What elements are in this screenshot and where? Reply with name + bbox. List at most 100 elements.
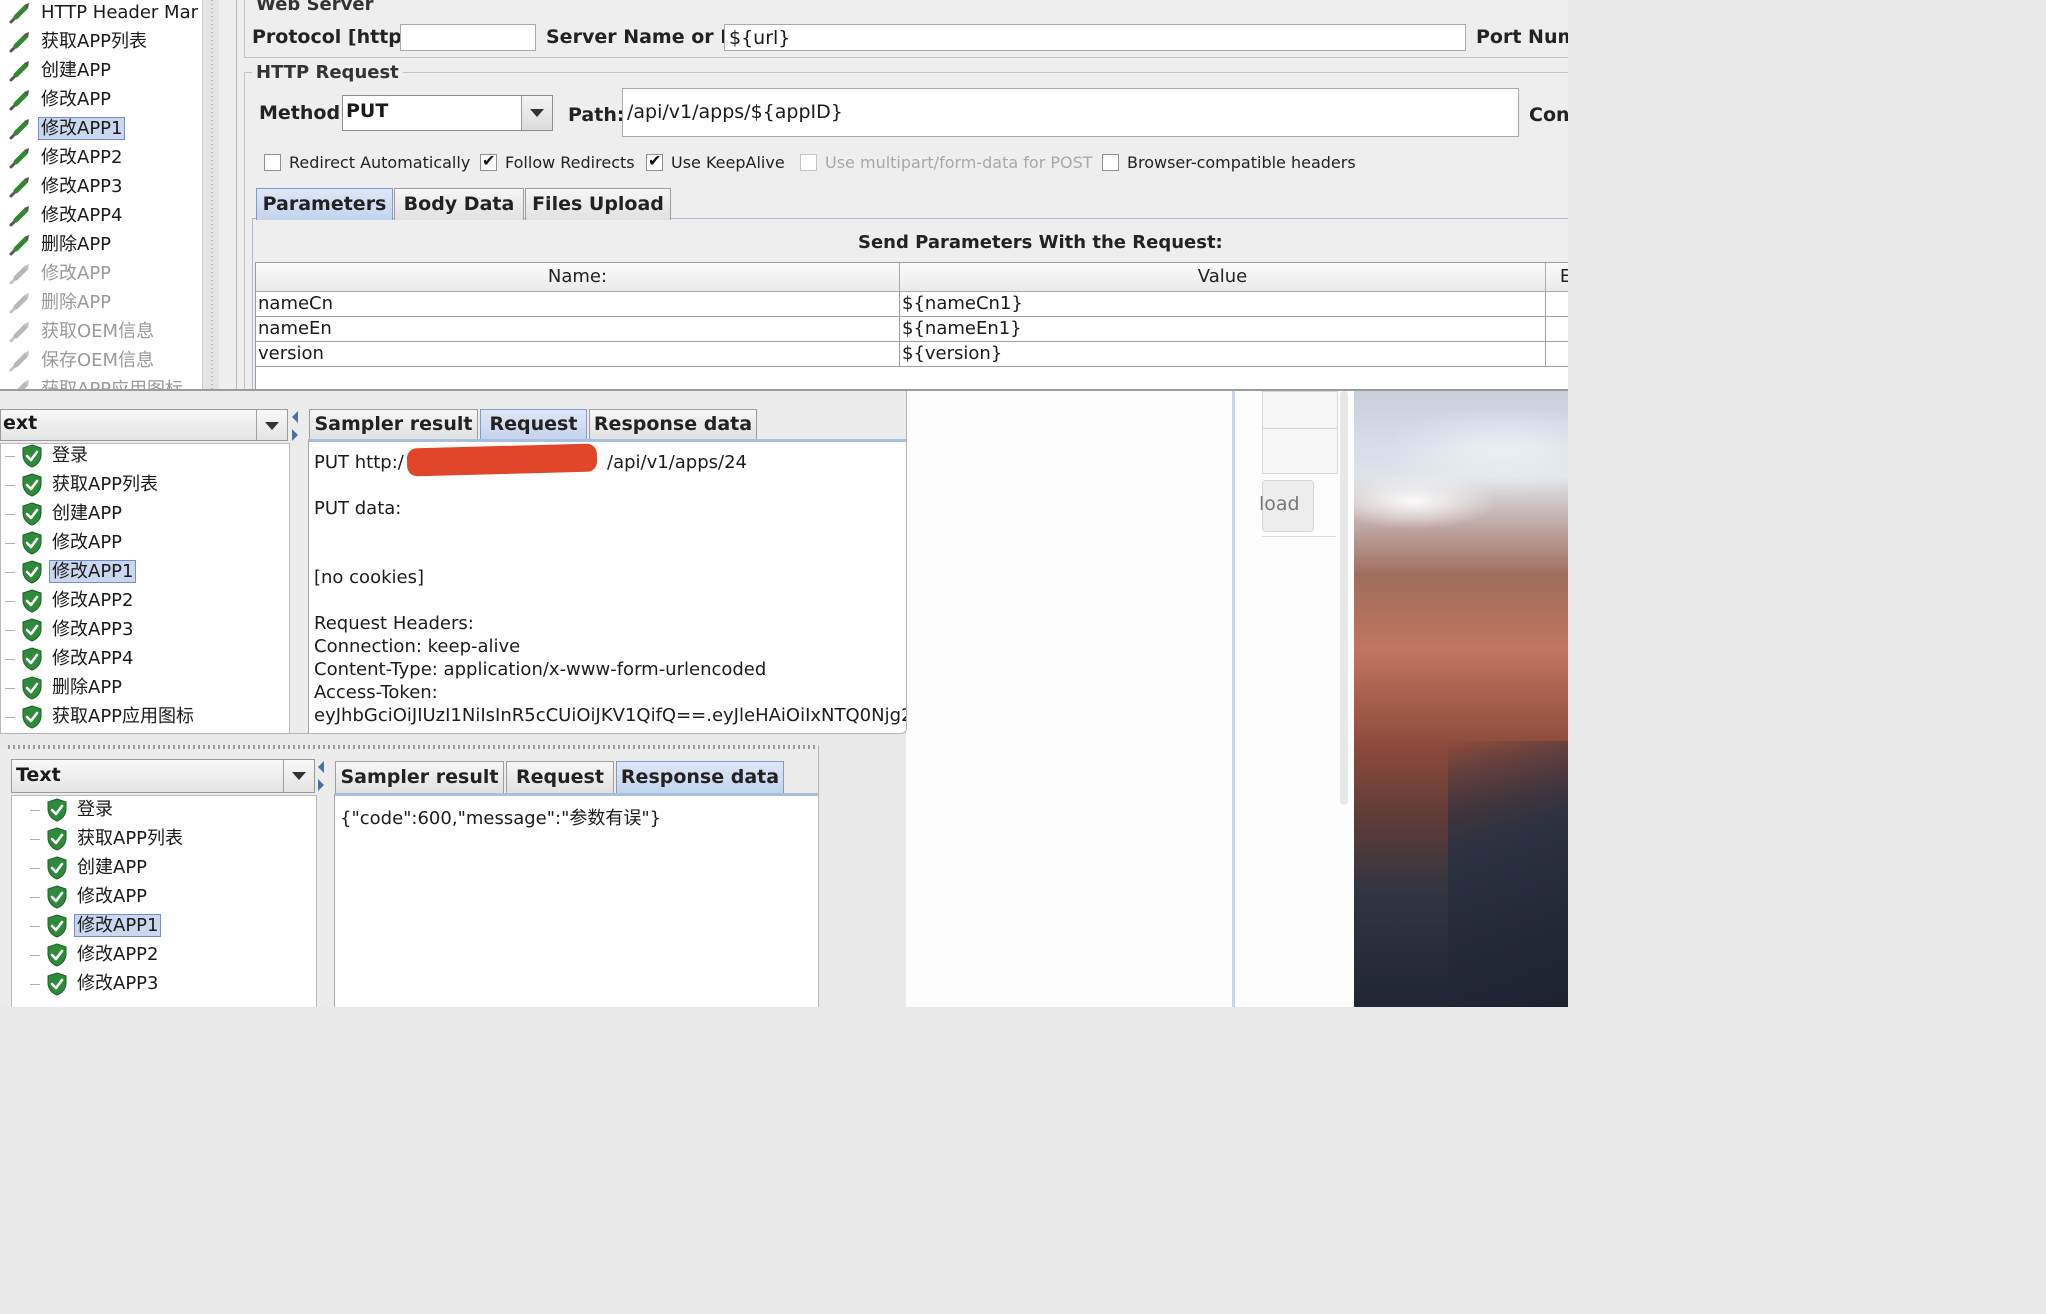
renderer-value: Text: [16, 764, 61, 786]
tree-item[interactable]: 保存OEM信息: [8, 347, 154, 375]
checkbox[interactable]: [800, 154, 817, 171]
column-header-value[interactable]: Value: [900, 263, 1546, 292]
result-item[interactable]: 修改APP2: [5, 587, 133, 615]
tree-item[interactable]: 获取APP列表: [8, 28, 147, 56]
tree-item[interactable]: 修改APP3: [8, 173, 122, 201]
checkbox[interactable]: [264, 154, 281, 171]
request-text-area[interactable]: PUT http:/ /api/v1/apps/24 PUT data: [no…: [308, 439, 907, 733]
result-item-label: 修改APP1: [73, 914, 162, 937]
tree-item-label: 删除APP: [41, 292, 112, 313]
tab-sampler-result[interactable]: Sampler result: [309, 409, 478, 439]
param-encode-cell[interactable]: [1546, 317, 1568, 342]
checkbox[interactable]: [1102, 154, 1119, 171]
divider: [236, 0, 237, 389]
server-name-input[interactable]: ${url}: [724, 24, 1466, 51]
result-item-label: 创建APP: [52, 503, 123, 524]
result-item[interactable]: 创建APP: [5, 500, 123, 528]
option-redirect-automatically[interactable]: Redirect Automatically: [264, 153, 470, 172]
checkbox[interactable]: [646, 151, 663, 171]
tab-files-upload[interactable]: Files Upload: [525, 188, 671, 220]
checkbox[interactable]: [480, 151, 497, 171]
tree-item[interactable]: 获取OEM信息: [8, 318, 154, 346]
success-shield-icon: [21, 589, 43, 613]
option-use-multipart-form-data-for-post[interactable]: Use multipart/form-data for POST: [800, 153, 1093, 172]
option-label: Browser-compatible headers: [1127, 153, 1356, 172]
background-scrollbar[interactable]: [1340, 391, 1348, 805]
tree-item[interactable]: 修改APP4: [8, 202, 122, 230]
option-use-keepalive[interactable]: Use KeepAlive: [646, 151, 785, 172]
param-value-cell[interactable]: ${nameCn1}: [900, 292, 1546, 317]
param-name-cell[interactable]: nameEn: [256, 317, 900, 342]
sampler-icon: [8, 233, 32, 257]
result-item[interactable]: 删除APP: [5, 674, 122, 702]
tree-item[interactable]: 获取APP应用图标: [8, 376, 183, 389]
tab-response-data[interactable]: Response data: [616, 761, 784, 793]
tab-parameters[interactable]: Parameters: [256, 188, 393, 220]
tab-request[interactable]: Request: [506, 761, 614, 793]
tree-connector: [30, 868, 40, 869]
result-item[interactable]: 获取APP应用图标: [5, 703, 194, 731]
tree-item[interactable]: 创建APP: [8, 57, 111, 85]
option-follow-redirects[interactable]: Follow Redirects: [480, 151, 635, 172]
send-params-title-visible: Send Parameters With the Request:: [858, 232, 1223, 253]
result-item[interactable]: 获取APP列表: [30, 825, 183, 853]
collapse-left-icon[interactable]: [318, 761, 324, 773]
tab-response-data[interactable]: Response data: [589, 409, 757, 439]
column-header-name[interactable]: Name:: [256, 263, 900, 292]
chevron-down-icon[interactable]: [256, 410, 287, 440]
method-select[interactable]: PUT: [342, 95, 553, 131]
tree-item[interactable]: 修改APP1: [8, 115, 126, 143]
result-item[interactable]: 修改APP2: [30, 941, 158, 969]
result-item[interactable]: 修改APP: [5, 529, 122, 557]
result-item[interactable]: 获取APP列表: [5, 471, 158, 499]
tab-request[interactable]: Request: [480, 409, 587, 439]
result-item[interactable]: 修改APP1: [5, 558, 137, 586]
renderer-select[interactable]: Text: [11, 759, 315, 793]
collapse-left-icon[interactable]: [292, 411, 298, 423]
result-item[interactable]: 修改APP3: [30, 970, 158, 998]
parameters-table[interactable]: Name:ValueEnameCn${nameCn1}nameEn${nameE…: [255, 262, 1568, 389]
param-encode-cell[interactable]: [1546, 342, 1568, 367]
path-input[interactable]: /api/v1/apps/${appID}: [622, 88, 1519, 137]
expand-right-icon[interactable]: [318, 779, 324, 791]
pane-splitter[interactable]: [290, 409, 302, 733]
option-browser-compatible-headers[interactable]: Browser-compatible headers: [1102, 153, 1356, 172]
protocol-input[interactable]: [400, 24, 536, 51]
result-item[interactable]: 登录: [30, 796, 113, 824]
tab-sampler-result[interactable]: Sampler result: [335, 761, 504, 793]
tree-item-label: 修改APP3: [41, 176, 123, 197]
results-tree[interactable]: 登录 获取APP列表 创建APP 修改APP 修改APP1 修改APP2 修改APP3: [11, 795, 317, 1007]
tree-item[interactable]: 修改APP2: [8, 144, 122, 172]
tree-item[interactable]: 修改APP: [8, 260, 111, 288]
chevron-down-icon[interactable]: [283, 760, 314, 792]
param-name-cell[interactable]: version: [256, 342, 900, 367]
tree-item-label: 获取OEM信息: [41, 321, 155, 342]
result-item[interactable]: 修改APP4: [5, 645, 133, 673]
param-name-cell[interactable]: nameCn: [256, 292, 900, 317]
tree-item[interactable]: 修改APP: [8, 86, 111, 114]
result-item[interactable]: 修改APP3: [5, 616, 133, 644]
background-upload-button[interactable]: load: [1259, 480, 1314, 532]
results-tree[interactable]: 登录 获取APP列表创建APP 修改APP 修改APP1 修改APP2 修改APP3 修改A…: [0, 443, 290, 733]
response-text-area[interactable]: {"code":600,"message":"参数有误"}: [334, 793, 818, 1007]
window-edge: [8, 745, 818, 749]
pane-splitter[interactable]: [316, 759, 328, 1007]
access-token-value: eyJhbGciOiJIUzI1NiIsInR5cCUiOiJKV1QifQ==…: [314, 705, 907, 726]
param-value-cell[interactable]: ${version}: [900, 342, 1546, 367]
result-item[interactable]: 修改APP1: [30, 912, 162, 940]
param-value-cell[interactable]: ${nameEn1}: [900, 317, 1546, 342]
result-item[interactable]: 修改APP: [30, 883, 147, 911]
tree-item[interactable]: HTTP Header Mar: [8, 0, 198, 27]
param-encode-cell[interactable]: [1546, 292, 1568, 317]
tree-item[interactable]: 删除APP: [8, 231, 111, 259]
result-item[interactable]: 登录: [5, 444, 88, 470]
column-header-e[interactable]: E: [1546, 263, 1568, 292]
tab-body-data[interactable]: Body Data: [394, 188, 524, 220]
chevron-down-icon[interactable]: [521, 96, 552, 130]
test-plan-tree[interactable]: HTTP Header Mar 获取APP列表 创建APP 修改APP 修改APP1 修改…: [0, 0, 203, 389]
pane-splitter[interactable]: [203, 0, 219, 389]
tree-item[interactable]: 删除APP: [8, 289, 111, 317]
renderer-select[interactable]: ext: [0, 409, 288, 441]
result-item[interactable]: 创建APP: [30, 854, 147, 882]
expand-right-icon[interactable]: [292, 429, 298, 441]
